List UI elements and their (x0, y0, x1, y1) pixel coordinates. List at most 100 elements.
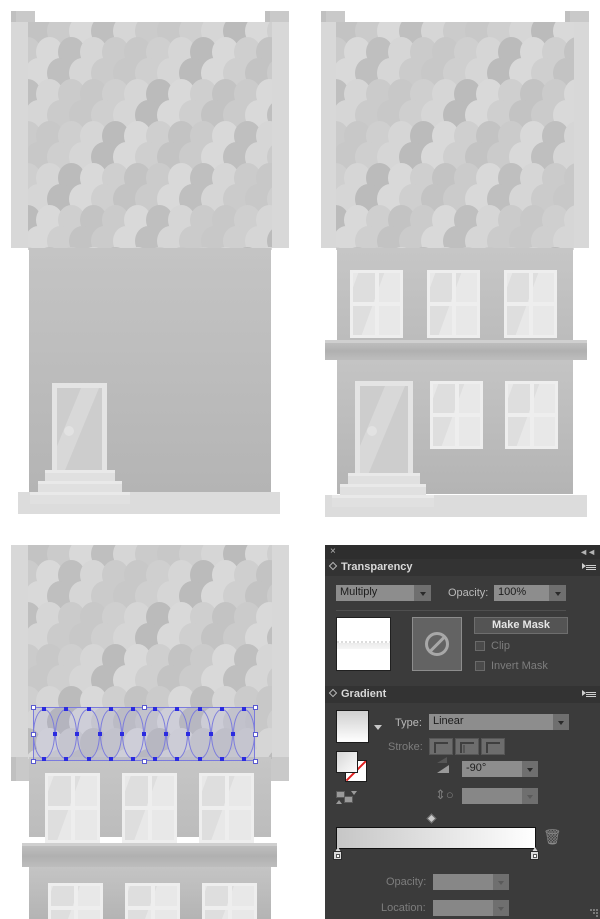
stroke-align-along-button[interactable] (455, 738, 479, 755)
gradient-type-field[interactable]: Linear (429, 714, 553, 730)
gradient-opacity-dropdown-arrow[interactable] (493, 874, 509, 890)
gradient-slider-bar[interactable] (336, 827, 536, 849)
path-anchor-point[interactable] (153, 707, 158, 711)
selection-handle[interactable] (30, 704, 36, 710)
path-anchor-point[interactable] (164, 732, 169, 736)
artwork-view-top-left[interactable] (0, 0, 300, 538)
path-anchor-point[interactable] (53, 732, 58, 736)
selected-shingle-path[interactable] (77, 709, 100, 759)
selected-shingle-path[interactable] (188, 709, 211, 759)
trash-icon[interactable]: 🗑 (543, 830, 562, 846)
path-anchor-point[interactable] (219, 757, 224, 761)
reverse-gradient-icon[interactable] (336, 791, 357, 806)
artwork-view-bottom-left[interactable] (0, 545, 300, 919)
transparency-panel-title: Transparency (341, 561, 413, 573)
path-anchor-point[interactable] (130, 757, 135, 761)
close-icon[interactable]: × (330, 546, 336, 558)
selection-handle[interactable] (252, 731, 258, 737)
path-anchor-point[interactable] (208, 732, 213, 736)
panel-menu-icon[interactable] (582, 689, 596, 700)
make-mask-button[interactable]: Make Mask (474, 617, 568, 634)
path-anchor-point[interactable] (153, 757, 158, 761)
invert-mask-checkbox[interactable] (475, 661, 485, 671)
artwork-view-top-right[interactable] (310, 0, 600, 538)
path-anchor-point[interactable] (241, 707, 246, 711)
mask-thumbnail[interactable] (412, 617, 462, 671)
gradient-swatch-caret-icon[interactable] (374, 725, 382, 730)
panel-expand-icon[interactable] (328, 688, 338, 698)
panel-menu-icon[interactable] (582, 562, 596, 573)
selection-handle[interactable] (141, 758, 147, 764)
transparency-panel-tab[interactable]: Transparency (325, 559, 600, 576)
path-anchor-point[interactable] (64, 707, 69, 711)
path-anchor-point[interactable] (97, 732, 102, 736)
selected-shingle-path[interactable] (210, 709, 233, 759)
blend-mode-dropdown-arrow[interactable] (414, 585, 431, 601)
path-anchor-point[interactable] (86, 707, 91, 711)
door-knob (64, 426, 74, 436)
object-thumbnail[interactable] (336, 617, 391, 671)
selection-handle[interactable] (252, 704, 258, 710)
stroke-align-within-button[interactable] (429, 738, 453, 755)
selection-handle[interactable] (141, 704, 147, 710)
gradient-location-field[interactable] (433, 900, 493, 916)
gradient-panel-tab[interactable]: Gradient (325, 686, 600, 703)
type-label: Type: (395, 717, 422, 729)
gradient-swatch[interactable] (336, 710, 369, 743)
path-anchor-point[interactable] (197, 757, 202, 761)
path-anchor-point[interactable] (108, 757, 113, 761)
fill-indicator[interactable] (336, 751, 358, 773)
selection-handle[interactable] (30, 758, 36, 764)
step-upper-top (348, 473, 420, 476)
path-anchor-point[interactable] (108, 707, 113, 711)
path-anchor-point[interactable] (75, 732, 80, 736)
path-anchor-point[interactable] (186, 732, 191, 736)
selected-shingle-path[interactable] (121, 709, 144, 759)
stroke-label: Stroke: (388, 741, 423, 753)
gradient-stop-end[interactable] (530, 847, 539, 860)
path-anchor-point[interactable] (119, 732, 124, 736)
path-anchor-point[interactable] (230, 732, 235, 736)
gradient-stop-start[interactable] (333, 847, 342, 860)
panel-dock-titlebar[interactable]: × ◄◄ (325, 545, 600, 559)
step-lower-top (332, 495, 434, 498)
selection-handle[interactable] (252, 758, 258, 764)
window-mullion-horizontal (125, 806, 174, 810)
selected-shingle-path[interactable] (99, 709, 122, 759)
gradient-type-dropdown-arrow[interactable] (553, 714, 569, 730)
gradient-aspect-field[interactable] (462, 788, 522, 804)
aspect-ratio-icon: ⇕○ (435, 787, 454, 802)
collapse-icon[interactable]: ◄◄ (579, 546, 596, 558)
selected-shingle-path[interactable] (144, 709, 167, 759)
panel-dock[interactable]: × ◄◄ Transparency Multiply Opacity: 100%… (325, 545, 600, 919)
path-anchor-point[interactable] (142, 732, 146, 736)
path-selection-overlay[interactable] (30, 704, 258, 764)
window-mullion-vertical (73, 886, 78, 919)
path-anchor-point[interactable] (42, 757, 47, 761)
gradient-angle-field[interactable]: -90° (462, 761, 522, 777)
clip-checkbox[interactable] (475, 641, 485, 651)
blend-mode-field[interactable]: Multiply (336, 585, 414, 601)
path-anchor-point[interactable] (219, 707, 224, 711)
gradient-angle-dropdown-arrow[interactable] (522, 761, 538, 777)
selection-handle[interactable] (30, 731, 36, 737)
selected-shingle-path[interactable] (33, 709, 56, 759)
path-anchor-point[interactable] (175, 707, 180, 711)
gradient-location-label: Location: (381, 902, 426, 914)
path-anchor-point[interactable] (86, 757, 91, 761)
path-anchor-point[interactable] (241, 757, 246, 761)
path-anchor-point[interactable] (64, 757, 69, 761)
opacity-field[interactable]: 100% (494, 585, 549, 601)
gradient-opacity-field[interactable] (433, 874, 493, 890)
path-anchor-point[interactable] (175, 757, 180, 761)
gradient-midpoint-handle[interactable] (426, 813, 437, 824)
path-anchor-point[interactable] (130, 707, 135, 711)
gradient-location-dropdown-arrow[interactable] (493, 900, 509, 916)
gradient-aspect-dropdown-arrow[interactable] (522, 788, 538, 804)
path-anchor-point[interactable] (197, 707, 202, 711)
path-anchor-point[interactable] (42, 707, 47, 711)
stroke-align-across-button[interactable] (481, 738, 505, 755)
panel-expand-icon[interactable] (328, 561, 338, 571)
opacity-dropdown-arrow[interactable] (549, 585, 566, 601)
resize-grip-icon[interactable] (588, 907, 598, 917)
